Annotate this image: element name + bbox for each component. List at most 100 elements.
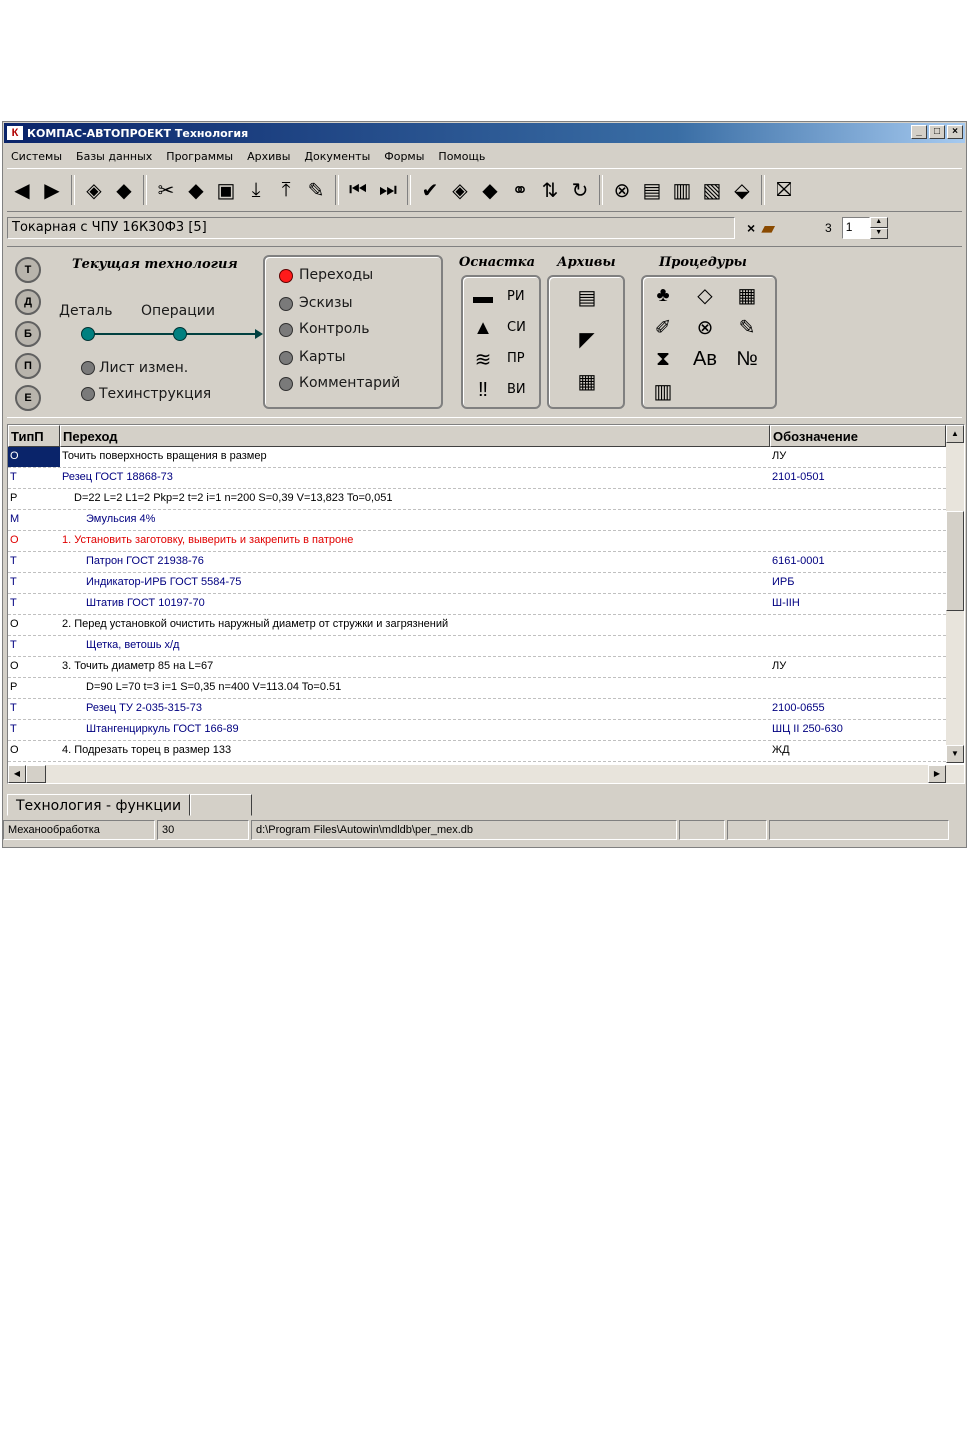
cell-designation[interactable]: 6161-0001 xyxy=(770,552,946,572)
cell-type[interactable]: Т xyxy=(8,552,60,572)
operations-label[interactable]: Операции xyxy=(141,303,215,319)
table-row[interactable]: О Точить поверхность вращения в размер ЛУ xyxy=(8,447,946,468)
cell-designation[interactable] xyxy=(770,678,946,698)
cell-type[interactable]: М xyxy=(8,510,60,530)
table-icon[interactable]: ▥ xyxy=(649,377,677,405)
side-button-e[interactable]: Е xyxy=(15,385,41,411)
tree-icon[interactable]: ♣ xyxy=(649,281,677,309)
table-row[interactable]: Т Индикатор-ИРБ ГОСТ 5584-75 ИРБ xyxy=(8,573,946,594)
cell-transition[interactable]: Щетка, ветошь х/д xyxy=(60,636,770,656)
last-icon[interactable]: ⏭ xyxy=(373,175,403,205)
osnastka-label[interactable]: СИ xyxy=(507,320,526,335)
si-icon[interactable]: ▲ xyxy=(469,314,497,342)
table-row[interactable]: О 1. Установить заготовку, выверить и зак… xyxy=(8,531,946,552)
arrow-left-icon[interactable]: ◀ xyxy=(7,175,37,205)
detail-label[interactable]: Деталь xyxy=(59,303,112,319)
column-header-transition[interactable]: Переход xyxy=(60,425,770,447)
stack-alt-icon[interactable]: ◆ xyxy=(109,175,139,205)
cell-designation[interactable]: ИРБ xyxy=(770,573,946,593)
view-radio-cards[interactable] xyxy=(279,351,293,365)
cell-transition[interactable]: 4. Подрезать торец в размер 133 xyxy=(60,741,770,761)
cell-designation[interactable]: ЖД xyxy=(770,741,946,761)
view-radio-transitions[interactable] xyxy=(279,269,293,283)
table-row[interactable]: Т Резец ГОСТ 18868-73 2101-0501 xyxy=(8,468,946,489)
table-row[interactable]: Т Штатив ГОСТ 10197-70 Ш-IIН xyxy=(8,594,946,615)
menu-forms[interactable]: Формы xyxy=(384,150,424,163)
cell-type[interactable]: О xyxy=(8,741,60,761)
vertical-scroll-thumb[interactable] xyxy=(946,511,964,611)
osnastka-label[interactable]: РИ xyxy=(507,289,525,304)
cell-type[interactable]: О xyxy=(8,531,60,551)
first-icon[interactable]: ⏮ xyxy=(343,175,373,205)
close-route-icon[interactable]: × xyxy=(747,220,755,236)
scroll-up-button[interactable]: ▲ xyxy=(946,425,964,443)
spin-down-button[interactable]: ▼ xyxy=(869,228,888,239)
table-row[interactable]: Р D=22 L=2 L1=2 Pkp=2 t=2 i=1 n=200 S=0,3… xyxy=(8,489,946,510)
view-label-cards[interactable]: Карты xyxy=(299,349,346,365)
cell-type[interactable]: О xyxy=(8,447,60,467)
calculator-icon[interactable]: ▦ xyxy=(733,281,761,309)
operations-node[interactable] xyxy=(173,327,187,341)
frame-icon[interactable]: ◇ xyxy=(691,281,719,309)
table-row[interactable]: Т Штангенциркуль ГОСТ 166-89 ШЦ II 250-630 xyxy=(8,720,946,741)
font-icon[interactable]: Aв xyxy=(691,345,719,373)
table-row[interactable]: О 4. Подрезать торец в размер 133 ЖД xyxy=(8,741,946,762)
cell-transition[interactable]: Штатив ГОСТ 10197-70 xyxy=(60,594,770,614)
sort-icon[interactable]: ⇅ xyxy=(535,175,565,205)
cell-transition[interactable]: 1. Установить заготовку, выверить и закр… xyxy=(60,531,770,551)
side-button-t[interactable]: Т xyxy=(15,257,41,283)
close-button[interactable]: × xyxy=(947,125,963,139)
binoculars-icon[interactable]: ⚭ xyxy=(505,175,535,205)
cell-transition[interactable]: Эмульсия 4% xyxy=(60,510,770,530)
cell-type[interactable]: О xyxy=(8,657,60,677)
view-radio-comments[interactable] xyxy=(279,377,293,391)
eraser-icon[interactable]: ⬙ xyxy=(727,175,757,205)
cell-type[interactable]: Т xyxy=(8,468,60,488)
column-header-designation[interactable]: Обозначение xyxy=(770,425,946,447)
scroll-right-button[interactable]: ▶ xyxy=(928,765,946,783)
side-button-d[interactable]: Д xyxy=(15,289,41,315)
side-button-p[interactable]: П xyxy=(15,353,41,379)
cell-designation[interactable] xyxy=(770,489,946,509)
spin-up-button[interactable]: ▲ xyxy=(869,217,888,228)
books-icon[interactable]: ▥ xyxy=(667,175,697,205)
table-row[interactable]: О 2. Перед установкой очистить наружный д… xyxy=(8,615,946,636)
print-icon[interactable]: ▤ xyxy=(637,175,667,205)
book-icon[interactable]: ▰ xyxy=(761,218,775,239)
title-bar[interactable]: К КОМПАС-АВТОПРОЕКТ Технология _ □ × xyxy=(4,123,965,143)
table-row[interactable]: О 3. Точить диаметр 85 на L=67 ЛУ xyxy=(8,657,946,678)
scroll-down-button[interactable]: ▼ xyxy=(946,745,964,763)
exit-icon[interactable]: ⛝ xyxy=(769,175,799,205)
cell-transition[interactable]: Патрон ГОСТ 21938-76 xyxy=(60,552,770,572)
cell-transition[interactable]: Штангенциркуль ГОСТ 166-89 xyxy=(60,720,770,740)
cell-designation[interactable] xyxy=(770,636,946,656)
alert-icon[interactable]: ⊗ xyxy=(691,313,719,341)
vertical-scrollbar[interactable]: ▲ ▼ xyxy=(946,425,964,763)
maximize-button[interactable]: □ xyxy=(929,125,945,139)
cell-type[interactable]: Т xyxy=(8,594,60,614)
cell-transition[interactable]: Резец ГОСТ 18868-73 xyxy=(60,468,770,488)
archive-load-icon[interactable]: ▦ xyxy=(573,367,601,395)
osnastka-label[interactable]: ПР xyxy=(507,351,525,366)
stack-icon[interactable]: ◈ xyxy=(79,175,109,205)
column-header-type[interactable]: ТипП xyxy=(8,425,60,447)
side-button-b[interactable]: Б xyxy=(15,321,41,347)
cell-type[interactable]: О xyxy=(8,615,60,635)
cell-designation[interactable]: ЛУ xyxy=(770,657,946,677)
check-icon[interactable]: ✔ xyxy=(415,175,445,205)
osnastka-label[interactable]: ВИ xyxy=(507,382,526,397)
cell-designation[interactable] xyxy=(770,510,946,530)
refresh-icon[interactable]: ↻ xyxy=(565,175,595,205)
stop-icon[interactable]: ⊗ xyxy=(607,175,637,205)
horizontal-scrollbar[interactable]: ◀ ▶ xyxy=(8,765,964,783)
horizontal-scroll-thumb[interactable] xyxy=(26,765,46,783)
cell-designation[interactable]: Ш-IIН xyxy=(770,594,946,614)
cell-transition[interactable]: Точить поверхность вращения в размер xyxy=(60,447,770,467)
pencil-icon[interactable]: ✎ xyxy=(733,313,761,341)
table-row[interactable]: Т Патрон ГОСТ 21938-76 6161-0001 xyxy=(8,552,946,573)
export-icon[interactable]: ⤒ xyxy=(271,175,301,205)
page-spinner-input[interactable]: 1 xyxy=(841,217,870,239)
minimize-button[interactable]: _ xyxy=(911,125,927,139)
cut-icon[interactable]: ✂ xyxy=(151,175,181,205)
cell-type[interactable]: Т xyxy=(8,636,60,656)
